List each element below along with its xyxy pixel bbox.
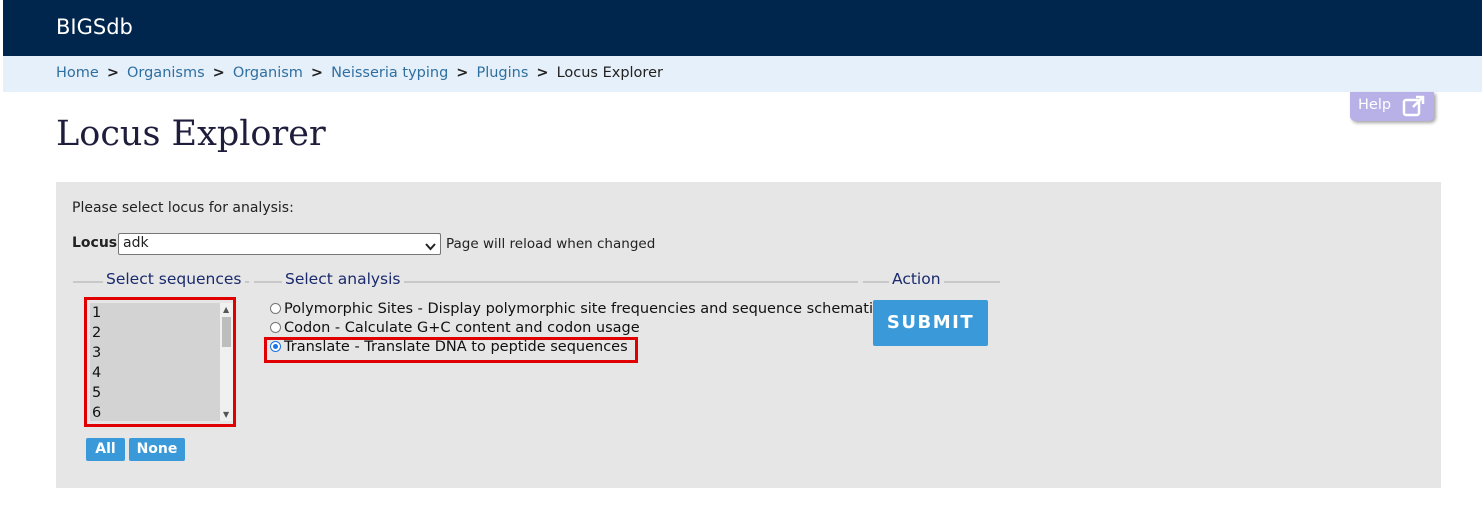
- breadcrumb-separator: >: [456, 65, 469, 81]
- action-legend: Action: [889, 270, 944, 288]
- sequence-option[interactable]: 3: [90, 343, 222, 363]
- submit-button[interactable]: SUBMIT: [873, 300, 988, 346]
- chevron-down-icon: [425, 239, 436, 255]
- radio-button[interactable]: [270, 322, 281, 333]
- analysis-legend: Select analysis: [282, 270, 404, 288]
- translate-option-highlight: [264, 337, 638, 363]
- breadcrumb-organism[interactable]: Organism: [233, 65, 303, 81]
- reload-note: Page will reload when changed: [446, 236, 656, 252]
- scroll-down-arrow-icon[interactable]: ▼: [223, 410, 229, 419]
- sequence-list-scrollbar[interactable]: ▲ ▼: [220, 303, 233, 421]
- sequence-option[interactable]: 2: [90, 323, 222, 343]
- brand-logo[interactable]: BIGSdb: [56, 15, 133, 39]
- breadcrumb-separator: >: [310, 65, 324, 81]
- breadcrumb-neisseria-typing[interactable]: Neisseria typing: [331, 65, 448, 81]
- sequence-option[interactable]: 6: [90, 403, 222, 423]
- analysis-option-label: Codon - Calculate G+C content and codon …: [284, 320, 640, 336]
- locus-select-value: adk: [123, 235, 149, 251]
- analysis-form-panel: Please select locus for analysis: Locus:…: [56, 182, 1441, 488]
- breadcrumb-separator: >: [106, 65, 119, 81]
- sequence-option[interactable]: 5: [90, 383, 222, 403]
- radio-button[interactable]: [270, 303, 281, 314]
- locus-label: Locus:: [72, 235, 123, 251]
- analysis-option-polymorphic[interactable]: Polymorphic Sites - Display polymorphic …: [270, 301, 881, 317]
- breadcrumb-home[interactable]: Home: [56, 65, 99, 81]
- sequences-legend: Select sequences: [103, 270, 245, 288]
- sequence-option[interactable]: 4: [90, 363, 222, 383]
- external-link-icon: [1402, 95, 1426, 121]
- breadcrumb-current: Locus Explorer: [556, 65, 663, 81]
- help-button[interactable]: Help: [1350, 92, 1434, 121]
- sequence-list-highlight: 1 2 3 4 5 6 ▲ ▼: [84, 297, 236, 427]
- help-label: Help: [1358, 97, 1392, 113]
- breadcrumb-organisms[interactable]: Organisms: [127, 65, 205, 81]
- sequence-listbox[interactable]: 1 2 3 4 5 6: [90, 303, 222, 421]
- top-navbar: BIGSdb: [3, 0, 1482, 56]
- breadcrumb-separator: >: [212, 65, 225, 81]
- page-frame: BIGSdb Home > Organisms > Organism > Neisseria…: [3, 0, 1482, 529]
- scroll-up-arrow-icon[interactable]: ▲: [223, 305, 229, 314]
- select-none-button[interactable]: None: [129, 438, 185, 461]
- breadcrumb-separator: >: [536, 65, 549, 81]
- analysis-option-label: Polymorphic Sites - Display polymorphic …: [284, 301, 881, 317]
- breadcrumb-plugins[interactable]: Plugins: [476, 65, 528, 81]
- scrollbar-thumb[interactable]: [222, 317, 231, 347]
- analysis-option-codon[interactable]: Codon - Calculate G+C content and codon …: [270, 320, 640, 336]
- sequence-option[interactable]: 1: [90, 303, 222, 323]
- locus-select[interactable]: adk: [118, 233, 441, 255]
- select-all-button[interactable]: All: [86, 438, 125, 461]
- breadcrumb: Home > Organisms > Organism > Neisseria typing…: [3, 56, 1482, 92]
- page-title: Locus Explorer: [56, 114, 326, 154]
- locus-prompt: Please select locus for analysis:: [72, 200, 294, 216]
